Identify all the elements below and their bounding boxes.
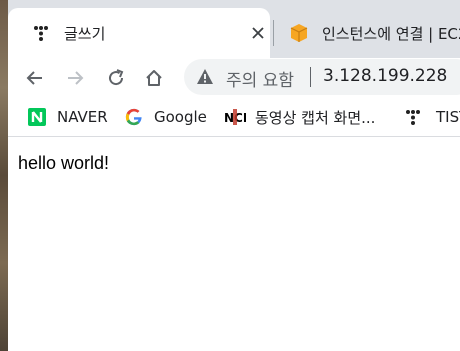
tab-write[interactable]: 글쓰기 — [8, 8, 270, 58]
security-warning-label[interactable]: 주의 요함 — [226, 66, 294, 91]
tab-strip: 글쓰기 인스턴스에 연결 | EC2 — [8, 0, 460, 58]
close-tab-icon[interactable] — [246, 21, 270, 45]
aws-box-icon — [288, 22, 310, 44]
bookmark-label: Google — [154, 108, 207, 126]
home-icon — [146, 70, 162, 86]
reload-icon — [109, 69, 124, 86]
bookmark-naver[interactable]: NAVER — [28, 106, 108, 128]
page-content: hello world! — [8, 137, 460, 351]
page-text: hello world! — [18, 153, 110, 173]
bookmarks-bar: NAVER Google NCH 동영상 캡처 화면... — [8, 98, 460, 137]
nch-icon: NCH — [224, 108, 246, 126]
forward-button[interactable] — [59, 62, 91, 94]
arrow-left-icon — [26, 71, 42, 85]
home-button[interactable] — [138, 62, 170, 94]
warning-icon[interactable] — [196, 68, 214, 86]
tab-ec2-connect[interactable]: 인스턴스에 연결 | EC2 — [278, 8, 460, 58]
address-separator — [310, 67, 311, 87]
bookmark-tistory[interactable]: TISTORY — [404, 106, 460, 128]
address-bar[interactable]: 주의 요함 3.128.199.228 — [184, 59, 460, 95]
tab-title: 인스턴스에 연결 | EC2 — [322, 24, 460, 43]
browser-toolbar: 주의 요함 3.128.199.228 — [8, 58, 460, 98]
back-button[interactable] — [19, 62, 51, 94]
desktop-background-strip — [0, 0, 8, 351]
reload-button[interactable] — [100, 62, 132, 94]
bookmark-label: NAVER — [57, 108, 108, 126]
tistory-icon — [404, 108, 422, 126]
tistory-icon — [30, 22, 52, 44]
url-text[interactable]: 3.128.199.228 — [323, 66, 447, 86]
tab-title: 글쓰기 — [64, 24, 106, 43]
bookmark-label: 동영상 캡처 화면... — [255, 108, 376, 127]
browser-window: 글쓰기 인스턴스에 연결 | EC2 주의 요함 3.128.199.228 N… — [8, 0, 460, 351]
naver-icon — [28, 108, 46, 126]
arrow-right-icon — [68, 71, 84, 85]
bookmark-nch-capture[interactable]: NCH 동영상 캡처 화면... — [224, 106, 375, 128]
tab-separator — [273, 20, 274, 46]
bookmark-label: TISTORY — [436, 108, 460, 126]
bookmark-google[interactable]: Google — [125, 106, 207, 128]
google-icon — [125, 108, 143, 126]
